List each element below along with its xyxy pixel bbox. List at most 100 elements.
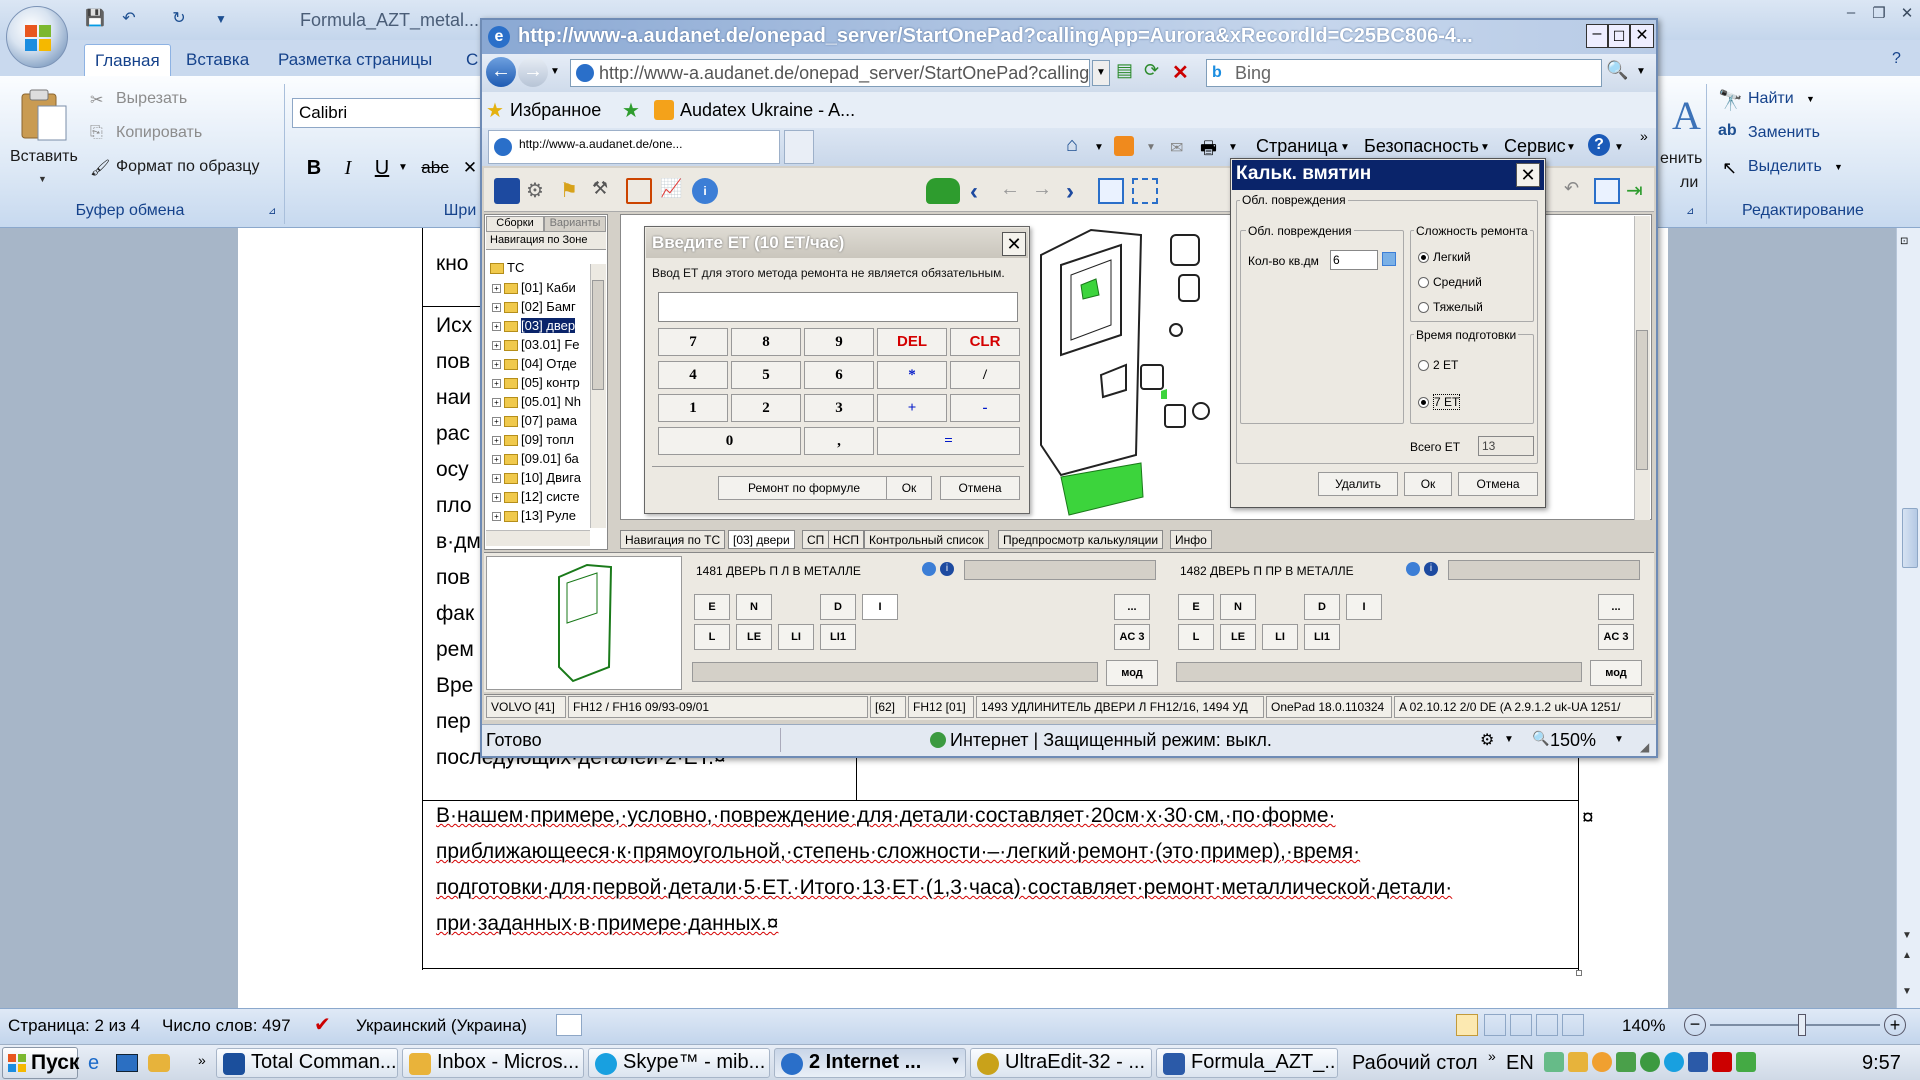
search-options-icon[interactable]: ▼ (1636, 66, 1646, 77)
prev-page-icon[interactable]: ▲ (1902, 950, 1912, 961)
ie-quicklaunch-icon[interactable]: e (88, 1052, 99, 1075)
tree-item[interactable]: + [04] Отде (492, 356, 588, 375)
tray-mail-icon[interactable] (1568, 1052, 1588, 1072)
ie-maximize-button[interactable]: ☐ (1608, 24, 1630, 48)
part-1-mod-button[interactable]: мод (1106, 660, 1158, 686)
onepad-checklist-icon[interactable] (626, 178, 652, 204)
replace-button[interactable]: Заменить (1748, 124, 1820, 142)
read-mail-icon[interactable]: ✉ (1170, 138, 1183, 158)
key-3[interactable]: 3 (804, 394, 874, 422)
office-button[interactable] (6, 6, 68, 68)
formula-repair-button[interactable]: Ремонт по формуле (718, 476, 890, 500)
next-page-icon[interactable]: ▼ (1902, 986, 1912, 997)
ie-zoom-dropdown-icon[interactable]: ▼ (1614, 734, 1624, 745)
part-1-ac-button[interactable]: AC 3 (1114, 624, 1150, 650)
onepad-prev-icon[interactable]: ‹ (970, 178, 996, 205)
start-button[interactable]: Пуск (2, 1047, 79, 1079)
ie-zoom-level[interactable]: 150% (1550, 730, 1596, 751)
area-input[interactable]: 6 (1330, 250, 1378, 270)
scroll-down-icon[interactable]: ▼ (1902, 930, 1912, 941)
key-6[interactable]: 6 (804, 361, 874, 389)
onepad-zoom-icon[interactable] (1098, 178, 1124, 204)
onepad-undo-icon[interactable]: ↶ (1564, 178, 1590, 204)
tab-insert[interactable]: Вставка (178, 48, 257, 72)
onepad-forward-icon[interactable]: → (1032, 178, 1058, 204)
tab-info[interactable]: Инфо (1170, 530, 1212, 549)
select-dropdown-icon[interactable]: ▼ (1834, 162, 1843, 172)
underline-button[interactable]: U (368, 152, 396, 182)
key-del[interactable]: DEL (877, 328, 947, 356)
favorites-link-audatex[interactable]: Audatex Ukraine - A... (680, 100, 855, 121)
word-minimize-button[interactable]: – (1836, 4, 1866, 26)
part-1-e-button[interactable]: E (694, 594, 730, 620)
task-inbox[interactable]: Inbox - Micros... (402, 1048, 584, 1078)
draft-icon[interactable] (1562, 1014, 1584, 1036)
history-dropdown-icon[interactable]: ▼ (550, 66, 560, 77)
part-1-le-button[interactable]: LE (736, 624, 772, 650)
key-divide[interactable]: / (950, 361, 1020, 389)
area-calc-icon[interactable] (1382, 252, 1396, 266)
part-2-text-field[interactable] (1448, 560, 1640, 580)
desktop-toolbar-more-icon[interactable]: » (1488, 1048, 1496, 1064)
menu-security[interactable]: Безопасность (1364, 136, 1479, 157)
task-skype[interactable]: Skype™ - mib... (588, 1048, 770, 1078)
help-dropdown-icon[interactable]: ▼ (1614, 142, 1624, 153)
onepad-tools-icon[interactable]: ⚒ (592, 178, 618, 204)
tab-vehicle-navigation[interactable]: Навигация по ТС (620, 530, 726, 549)
part-1-info-icon[interactable]: i (940, 562, 954, 576)
dent-delete-button[interactable]: Удалить (1318, 472, 1398, 496)
tree-item[interactable]: + [02] Бамг (492, 299, 588, 318)
help-icon[interactable]: ? (1892, 50, 1901, 68)
tray-app-icon[interactable] (1736, 1052, 1756, 1072)
word-count[interactable]: Число слов: 497 (162, 1016, 291, 1036)
save-icon[interactable]: 💾 (84, 8, 106, 28)
et-cancel-button[interactable]: Отмена (940, 476, 1020, 500)
copy-button[interactable]: Копировать (116, 124, 202, 142)
add-favorites-icon[interactable]: ★ (622, 98, 640, 123)
part-2-info-icon[interactable]: i (1424, 562, 1438, 576)
part-1-link-icon[interactable] (922, 562, 936, 576)
tray-skype-icon[interactable] (1664, 1052, 1684, 1072)
tree-item[interactable]: + [12] систе (492, 489, 588, 508)
tree-item[interactable]: + [05] контр (492, 375, 588, 394)
refresh-icon[interactable]: ⟳ (1144, 60, 1168, 86)
ie-minimize-button[interactable]: – (1586, 24, 1608, 48)
quicklaunch-more-icon[interactable]: » (198, 1052, 206, 1068)
search-icon[interactable]: 🔍 (1606, 60, 1634, 86)
part-2-bar[interactable] (1176, 662, 1582, 682)
part-2-more-button[interactable]: ... (1598, 594, 1634, 620)
print-icon[interactable]: 🖶 (1200, 136, 1217, 166)
redo-icon[interactable]: ↻ (168, 8, 190, 28)
select-button[interactable]: Выделить (1748, 158, 1822, 176)
onepad-fullscreen-icon[interactable] (1594, 178, 1620, 204)
change-styles-label-2[interactable]: ли (1680, 174, 1698, 192)
tray-app-icon[interactable] (1544, 1052, 1564, 1072)
key-5[interactable]: 5 (731, 361, 801, 389)
change-styles-icon[interactable]: A (1672, 92, 1701, 139)
full-screen-reading-icon[interactable] (1484, 1014, 1506, 1036)
part-2-l-button[interactable]: L (1178, 624, 1214, 650)
tree-item-selected[interactable]: + [03] двер (492, 318, 588, 337)
part-2-mod-button[interactable]: мод (1590, 660, 1642, 686)
underline-dropdown-icon[interactable]: ▼ (396, 152, 410, 182)
tab-page-layout[interactable]: Разметка страницы (270, 48, 440, 72)
format-painter-button[interactable]: Формат по образцу (116, 158, 259, 176)
tree-item[interactable]: + [13] Руле (492, 508, 588, 527)
part-2-li-button[interactable]: LI (1262, 624, 1298, 650)
prep-2et-radio[interactable]: 2 ЕТ (1418, 358, 1458, 372)
part-1-i-button[interactable]: I (862, 594, 898, 620)
diagram-scroll-thumb[interactable] (1636, 330, 1648, 470)
ie-addons-dropdown-icon[interactable]: ▼ (1504, 734, 1514, 745)
vertical-scrollbar[interactable] (1896, 228, 1920, 1008)
dent-cancel-button[interactable]: Отмена (1458, 472, 1538, 496)
paste-dropdown-icon[interactable]: ▼ (38, 174, 47, 184)
font-name-input[interactable]: Calibri (292, 98, 492, 128)
compatibility-icon[interactable]: ▤ (1116, 60, 1140, 86)
key-4[interactable]: 4 (658, 361, 728, 389)
part-1-d-button[interactable]: D (820, 594, 856, 620)
feeds-dropdown-icon[interactable]: ▼ (1146, 142, 1156, 153)
key-2[interactable]: 2 (731, 394, 801, 422)
tree-item[interactable]: + [10] Двига (492, 470, 588, 489)
key-multiply[interactable]: * (877, 361, 947, 389)
part-1-n-button[interactable]: N (736, 594, 772, 620)
